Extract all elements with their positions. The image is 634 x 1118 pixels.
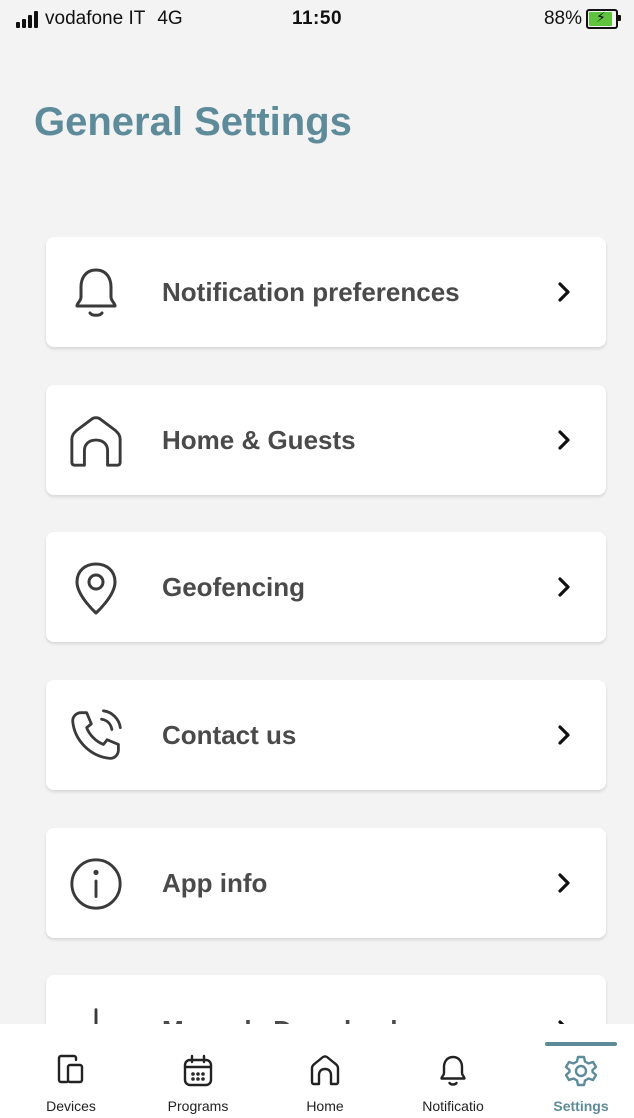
tab-label: Notificatio bbox=[422, 1098, 484, 1114]
settings-item-contact-us[interactable]: Contact us bbox=[46, 680, 606, 790]
chevron-right-icon bbox=[558, 282, 570, 302]
home-icon bbox=[68, 413, 124, 469]
chevron-right-icon bbox=[558, 873, 570, 893]
settings-item-label: Contact us bbox=[162, 719, 297, 750]
calendar-icon bbox=[135, 1054, 261, 1090]
phone-icon bbox=[68, 708, 124, 764]
status-time: 11:50 bbox=[291, 8, 343, 29]
chevron-right-icon bbox=[558, 430, 570, 450]
location-pin-icon bbox=[68, 560, 124, 616]
chevron-right-icon bbox=[558, 577, 570, 597]
settings-item-notification-preferences[interactable]: Notification preferences bbox=[46, 237, 606, 347]
status-right: 88% ⚡ bbox=[543, 8, 621, 30]
devices-icon bbox=[8, 1054, 134, 1090]
settings-item-label: Home & Guests bbox=[162, 424, 356, 455]
tab-settings[interactable]: Settings bbox=[518, 1024, 634, 1118]
tab-label: Home bbox=[306, 1098, 344, 1114]
chevron-right-icon bbox=[558, 725, 570, 745]
settings-item-home-guests[interactable]: Home & Guests bbox=[46, 385, 606, 495]
page-title: General Settings bbox=[34, 100, 352, 144]
tab-home[interactable]: Home bbox=[262, 1024, 388, 1118]
gear-icon bbox=[518, 1054, 634, 1090]
settings-item-label: Notification preferences bbox=[162, 276, 460, 307]
bell-icon bbox=[68, 265, 124, 321]
tab-programs[interactable]: Programs bbox=[135, 1024, 261, 1118]
bell-icon bbox=[390, 1054, 516, 1090]
battery-icon: ⚡ bbox=[586, 9, 621, 29]
tab-bar: Devices Programs Home Notificatio Settin… bbox=[0, 1024, 634, 1118]
battery-percent: 88% bbox=[543, 8, 582, 29]
home-icon bbox=[262, 1054, 388, 1090]
tab-notifications[interactable]: Notificatio bbox=[390, 1024, 516, 1118]
tab-label: Settings bbox=[553, 1098, 609, 1114]
settings-item-label: Geofencing bbox=[162, 571, 306, 602]
tab-label: Devices bbox=[46, 1098, 96, 1114]
settings-item-geofencing[interactable]: Geofencing bbox=[46, 532, 606, 642]
settings-item-label: App info bbox=[162, 867, 268, 898]
charging-bolt-icon: ⚡ bbox=[596, 9, 606, 25]
settings-item-app-info[interactable]: App info bbox=[46, 828, 606, 938]
status-bar: vodafone IT 4G 11:50 88% ⚡ bbox=[0, 0, 634, 40]
tab-label: Programs bbox=[167, 1098, 229, 1114]
tab-devices[interactable]: Devices bbox=[8, 1024, 134, 1118]
info-icon bbox=[68, 856, 124, 912]
